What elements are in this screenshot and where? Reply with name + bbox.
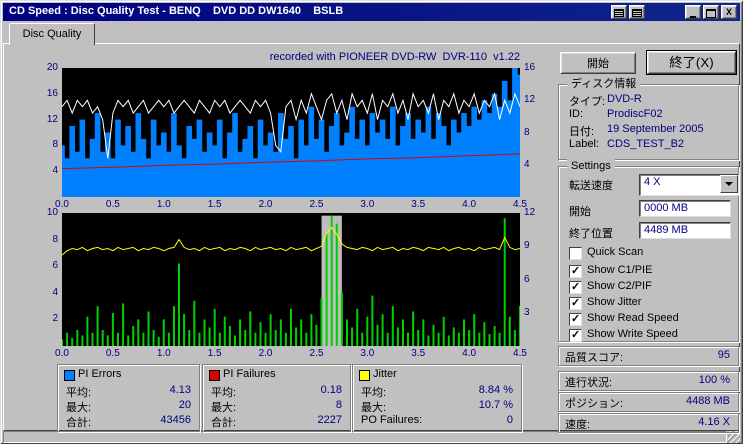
disc-type-row: タイプ: DVD-R	[559, 93, 738, 108]
pi-errors-legend-icon	[64, 370, 75, 381]
jitter-max-value: 10.7 %	[478, 399, 513, 411]
speed-label: 転送速度	[569, 180, 613, 192]
speed-readout-label: 速度:	[565, 419, 591, 431]
quality-score-value: 95	[717, 349, 730, 361]
show-c2-pif-label: Show C2/PIF	[587, 280, 652, 292]
show-read-speed-checkbox-icon[interactable]	[569, 312, 582, 326]
jitter-max-label: 最大:	[361, 402, 387, 414]
disc-type-value: DVD-R	[607, 93, 642, 105]
show-write-speed-label: Show Write Speed	[587, 328, 678, 340]
progress-box: 進行状況: 100 %	[558, 371, 739, 391]
quality-score-box: 品質スコア: 95	[558, 346, 739, 366]
show-c1-pie-label: Show C1/PIE	[587, 264, 653, 276]
pi-failures-title: PI Failures	[223, 368, 276, 380]
show-read-speed-label: Show Read Speed	[587, 312, 679, 324]
start-position-input[interactable]: 0000 MB	[639, 200, 731, 217]
disc-type-label: タイプ:	[569, 96, 606, 108]
app-icon-button-1[interactable]	[611, 5, 627, 19]
pi-errors-avg-label: 平均:	[66, 387, 92, 399]
disc-id-row: ID: ProdiscF02	[559, 108, 738, 122]
pi-errors-max-value: 20	[178, 399, 191, 411]
close-button[interactable]: X	[721, 5, 737, 19]
jitter-title: Jitter	[373, 368, 397, 380]
speed-box: 速度: 4.16 X	[558, 413, 739, 433]
progress-label: 進行状況:	[565, 377, 613, 389]
disc-label-row: Label: CDS_TEST_B2	[559, 138, 738, 152]
disc-id-value: ProdiscF02	[607, 108, 663, 120]
quick-scan-label: Quick Scan	[587, 246, 644, 258]
disc-id-label: ID:	[569, 108, 584, 120]
settings-group: Settings 転送速度 4 X 開始 0000 MB 終了位置 4489 M…	[558, 159, 739, 342]
speed-value: 4 X	[644, 176, 661, 188]
pi-errors-total-label: 合計:	[66, 417, 92, 429]
speed-readout-value: 4.16 X	[698, 416, 730, 428]
minimize-icon	[690, 15, 696, 18]
maximize-button[interactable]	[703, 5, 719, 19]
window-title: CD Speed : Disc Quality Test - BENQ DVD …	[9, 5, 344, 17]
tab-disc-quality[interactable]: Disc Quality	[9, 23, 95, 45]
progress-value: 100 %	[698, 374, 730, 386]
show-c1-pie-checkbox-icon[interactable]	[569, 264, 582, 278]
disc-label-value: CDS_TEST_B2	[607, 138, 685, 150]
recorded-with-note: recorded with PIONEER DVD-RW DVR-110 v1.…	[269, 51, 520, 63]
pi-errors-total-value: 43456	[160, 414, 191, 426]
pi-errors-title: PI Errors	[78, 368, 122, 380]
start-position-label: 開始	[569, 206, 591, 218]
position-label: ポジション:	[565, 398, 624, 410]
show-jitter-label: Show Jitter	[587, 296, 642, 308]
po-failures-value: 0	[506, 414, 513, 426]
position-box: ポジション: 4488 MB	[558, 392, 739, 412]
pi-failures-max-value: 8	[335, 399, 342, 411]
quality-score-label: 品質スコア:	[565, 352, 624, 364]
pi-failures-avg-value: 0.18	[320, 384, 342, 396]
pi-errors-panel: PI Errors 平均: 4.13 最大: 20 合計: 43456	[57, 364, 200, 432]
jitter-avg-label: 平均:	[361, 387, 387, 399]
pi-failures-avg-label: 平均:	[211, 387, 237, 399]
position-value: 4488 MB	[685, 395, 730, 407]
end-position-label: 終了位置	[569, 228, 613, 240]
pi-failures-legend-icon	[209, 370, 220, 381]
po-failures-label: PO Failures:	[361, 414, 423, 426]
start-button[interactable]: 開始	[560, 52, 636, 74]
disc-date-row: 日付: 19 September 2005	[559, 123, 738, 138]
pi-failures-max-label: 最大:	[211, 402, 237, 414]
settings-title: Settings	[567, 159, 615, 173]
show-write-speed-checkbox-icon[interactable]	[569, 328, 582, 342]
jitter-avg-value: 8.84 %	[478, 384, 513, 396]
chevron-down-icon[interactable]	[720, 175, 738, 193]
app-window: { "window": {"title": "CD Speed : Disc Q…	[0, 0, 743, 444]
pi-failures-total-label: 合計:	[211, 417, 237, 429]
disc-info-title: ディスク情報	[567, 77, 641, 91]
exit-button-label: 終了(X)	[647, 51, 736, 74]
disc-label-label: Label:	[569, 138, 599, 150]
jitter-legend-icon	[359, 370, 370, 381]
pi-errors-avg-value: 4.13	[169, 384, 191, 396]
quick-scan-checkbox-icon[interactable]	[569, 247, 582, 260]
disc-date-value: 19 September 2005	[607, 123, 704, 135]
data-icon	[632, 9, 642, 17]
titlebar[interactable]: CD Speed : Disc Quality Test - BENQ DVD …	[3, 3, 740, 21]
app-icon-button-2[interactable]	[629, 5, 645, 19]
close-icon: X	[725, 7, 732, 17]
exit-button[interactable]: 終了(X)	[646, 50, 737, 75]
disc-date-label: 日付:	[569, 126, 595, 138]
show-c2-pif-checkbox-icon[interactable]	[569, 280, 582, 294]
minimize-button[interactable]	[685, 5, 701, 19]
pi-errors-max-label: 最大:	[66, 402, 92, 414]
pi-failures-panel: PI Failures 平均: 0.18 最大: 8 合計: 2227	[202, 364, 351, 432]
maximize-icon	[706, 8, 716, 18]
jitter-panel: Jitter 平均: 8.84 % 最大: 10.7 % PO Failures…	[352, 364, 522, 432]
pi-failures-total-value: 2227	[317, 414, 342, 426]
disc-info-group: ディスク情報 タイプ: DVD-R ID: ProdiscF02 日付: 19 …	[558, 77, 739, 160]
graph-icon	[614, 9, 624, 17]
end-position-input[interactable]: 4489 MB	[639, 222, 731, 239]
show-jitter-checkbox-icon[interactable]	[569, 296, 582, 310]
speed-select[interactable]: 4 X	[639, 174, 739, 196]
